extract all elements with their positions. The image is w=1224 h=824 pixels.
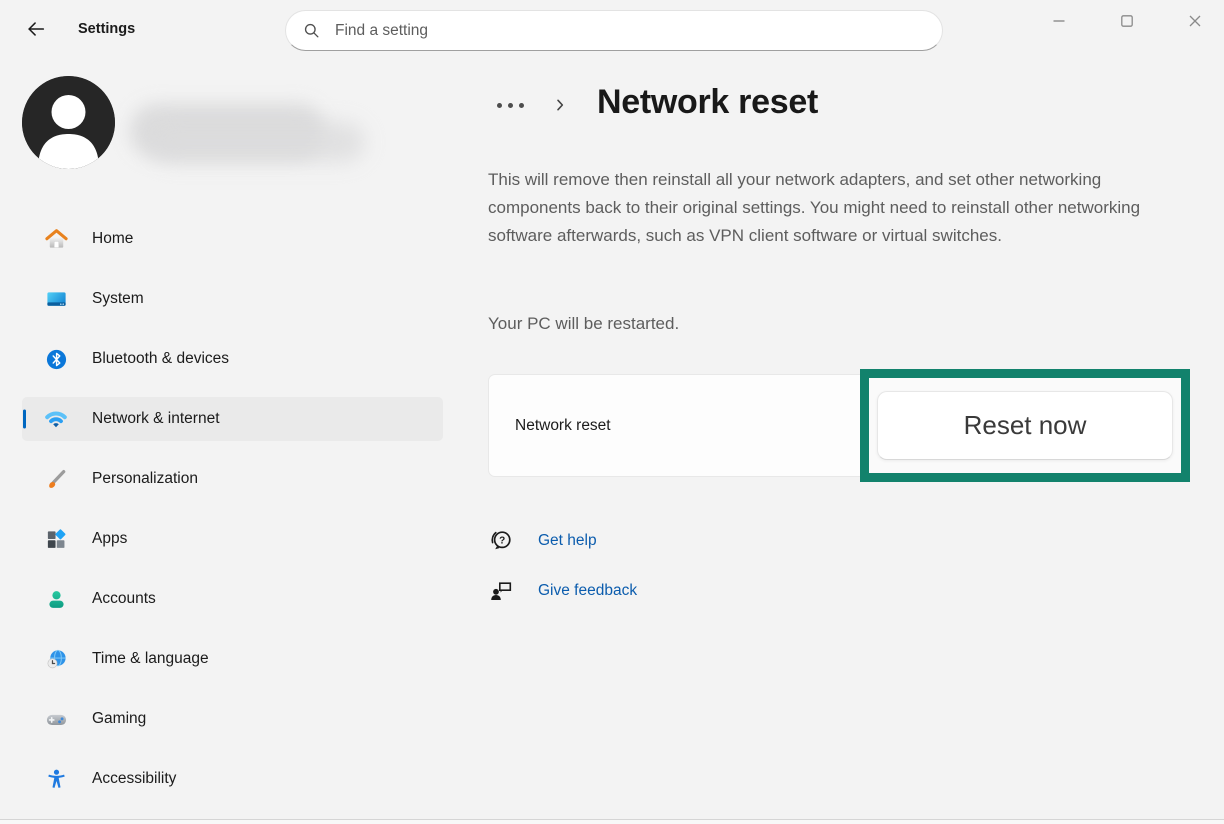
give-feedback-link[interactable]: Give feedback: [538, 582, 637, 600]
back-button[interactable]: [18, 13, 54, 47]
sidebar-item-time-language[interactable]: Time & language: [22, 637, 443, 681]
give-feedback-row[interactable]: Give feedback: [488, 578, 637, 604]
page-title: Network reset: [597, 83, 818, 122]
sidebar-item-label: Accounts: [92, 590, 156, 608]
sidebar-item-label: System: [92, 290, 144, 308]
time-language-icon: [44, 647, 68, 671]
sidebar-item-home[interactable]: Home: [22, 217, 443, 261]
sidebar-item-label: Bluetooth & devices: [92, 350, 229, 368]
user-avatar[interactable]: [22, 76, 115, 169]
setting-card-label: Network reset: [515, 417, 611, 435]
sidebar-item-bluetooth-devices[interactable]: Bluetooth & devices: [22, 337, 443, 381]
personalization-brush-icon: [44, 467, 68, 491]
chevron-right-icon: [552, 97, 568, 113]
page-description: This will remove then reinstall all your…: [488, 166, 1188, 250]
sidebar-item-label: Personalization: [92, 470, 198, 488]
minimize-button[interactable]: [1036, 4, 1082, 38]
breadcrumb: [495, 90, 568, 120]
annotation-highlight-box: Reset now: [860, 369, 1190, 482]
reset-now-button[interactable]: Reset now: [877, 391, 1173, 460]
accounts-icon: [44, 587, 68, 611]
apps-icon: [44, 527, 68, 551]
settings-window: Settings: [0, 0, 1224, 824]
close-icon: [1187, 13, 1203, 29]
close-button[interactable]: [1172, 4, 1218, 38]
window-bottom-margin: [0, 820, 1224, 824]
search-icon: [302, 21, 321, 40]
sidebar-item-personalization[interactable]: Personalization: [22, 457, 443, 501]
app-title: Settings: [78, 21, 135, 37]
sidebar-item-label: Accessibility: [92, 770, 176, 788]
bluetooth-icon: [44, 347, 68, 371]
breadcrumb-ellipsis-button[interactable]: [495, 99, 526, 112]
sidebar-item-label: Time & language: [92, 650, 209, 668]
search-box[interactable]: [285, 10, 943, 51]
sidebar-item-accounts[interactable]: Accounts: [22, 577, 443, 621]
sidebar-item-network-internet[interactable]: Network & internet: [22, 397, 443, 441]
accessibility-icon: [44, 767, 68, 791]
sidebar-item-label: Gaming: [92, 710, 146, 728]
sidebar-item-label: Apps: [92, 530, 127, 548]
gamepad-icon: [44, 707, 68, 731]
svg-text:?: ?: [499, 535, 505, 546]
help-bubble-icon: ?: [488, 528, 514, 554]
maximize-button[interactable]: [1104, 4, 1150, 38]
window-controls: [1014, 4, 1218, 38]
sidebar-item-label: Network & internet: [92, 410, 220, 428]
get-help-link[interactable]: Get help: [538, 532, 597, 550]
sidebar-item-gaming[interactable]: Gaming: [22, 697, 443, 741]
minimize-icon: [1051, 13, 1067, 29]
back-arrow-icon: [25, 18, 47, 43]
sidebar-item-system[interactable]: System: [22, 277, 443, 321]
sidebar-item-apps[interactable]: Apps: [22, 517, 443, 561]
wifi-icon: [44, 407, 68, 431]
feedback-person-icon: [488, 578, 514, 604]
restart-note: Your PC will be restarted.: [488, 314, 679, 334]
sidebar-item-label: Home: [92, 230, 133, 248]
home-icon: [44, 227, 68, 251]
get-help-row[interactable]: ? Get help: [488, 528, 597, 554]
search-input[interactable]: [335, 22, 926, 40]
system-icon: [44, 287, 68, 311]
maximize-icon: [1119, 13, 1135, 29]
sidebar-nav: Home System Bluetooth & devices: [22, 217, 443, 817]
user-email-redacted: [150, 122, 365, 162]
sidebar-item-accessibility[interactable]: Accessibility: [22, 757, 443, 801]
